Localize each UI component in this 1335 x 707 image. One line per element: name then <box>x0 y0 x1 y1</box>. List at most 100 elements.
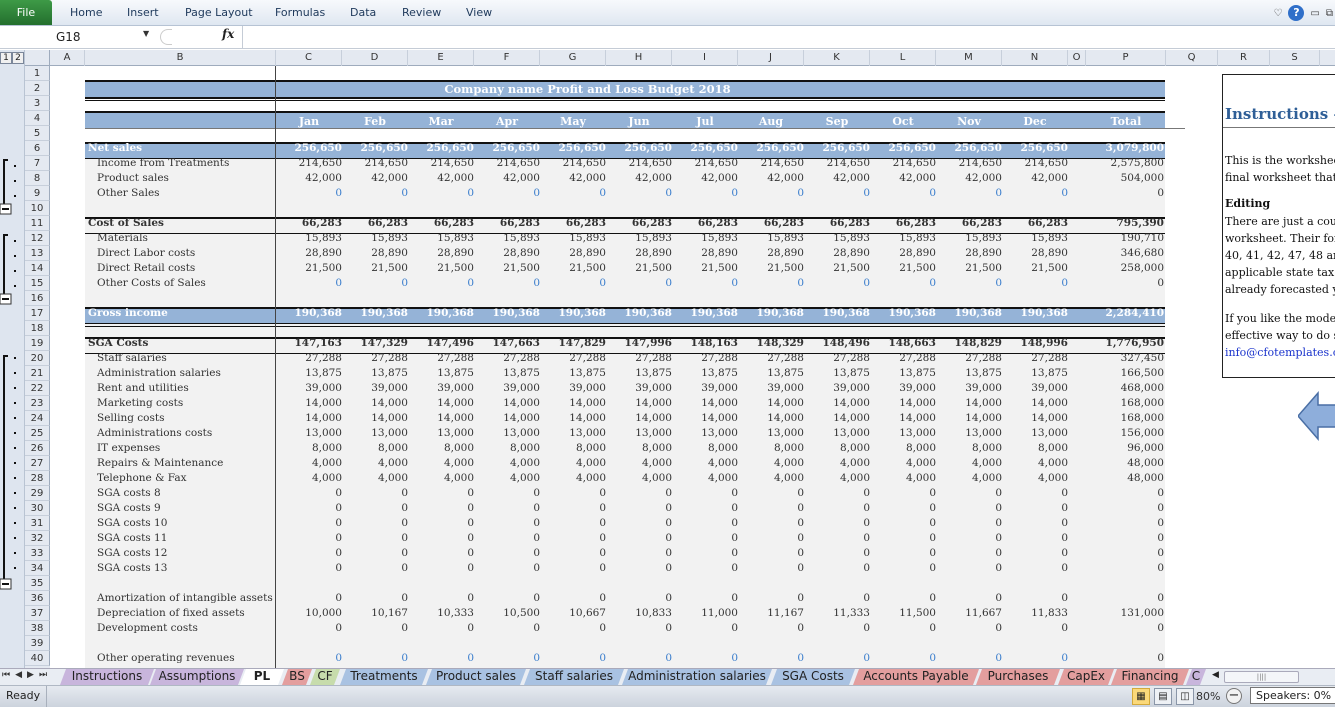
email-link[interactable]: info@cfotemplates.c <box>1225 346 1335 359</box>
cell-value[interactable]: 66,283 <box>408 216 474 231</box>
row-label[interactable]: Direct Labor costs <box>97 246 195 261</box>
cell-value[interactable]: 0 <box>408 501 474 516</box>
cell-total[interactable]: 3,079,800 <box>1084 141 1164 156</box>
select-all-corner[interactable] <box>25 50 50 66</box>
cell-value[interactable]: 21,500 <box>870 261 936 276</box>
cell-value[interactable]: 11,167 <box>738 606 804 621</box>
cell-value[interactable]: 0 <box>408 486 474 501</box>
cell-value[interactable]: 39,000 <box>276 381 342 396</box>
sheet-tab-sga-costs[interactable]: SGA Costs <box>771 669 855 685</box>
cell-value[interactable]: 14,000 <box>342 396 408 411</box>
cell-value[interactable]: 0 <box>672 546 738 561</box>
cell-value[interactable]: 0 <box>1002 591 1068 606</box>
cell-value[interactable]: 0 <box>606 501 672 516</box>
cell-value[interactable]: 256,650 <box>606 141 673 156</box>
row-label[interactable]: SGA costs 13 <box>97 561 167 576</box>
cell-value[interactable]: 256,650 <box>936 141 1003 156</box>
cell-value[interactable]: 66,283 <box>540 216 606 231</box>
cell-value[interactable]: 15,893 <box>870 231 936 246</box>
column-header-h[interactable]: H <box>606 50 672 66</box>
formula-input[interactable] <box>242 26 1335 48</box>
cell-value[interactable]: 13,000 <box>936 426 1002 441</box>
cell-value[interactable]: 0 <box>342 531 408 546</box>
cell-value[interactable]: 0 <box>672 561 738 576</box>
cell-value[interactable]: 0 <box>672 516 738 531</box>
cell-value[interactable]: 27,288 <box>606 351 672 366</box>
cell-value[interactable]: 0 <box>606 276 672 291</box>
cell-value[interactable]: 4,000 <box>408 471 474 486</box>
cell-value[interactable]: 66,283 <box>606 216 672 231</box>
cell-value[interactable]: 10,667 <box>540 606 606 621</box>
row-header[interactable]: 17 <box>25 306 50 321</box>
cell-value[interactable]: 13,875 <box>408 366 474 381</box>
cell-value[interactable]: 0 <box>936 531 1002 546</box>
formula-bar-splitter[interactable] <box>160 29 172 45</box>
cell-value[interactable]: 148,996 <box>1002 336 1069 351</box>
row-label[interactable]: SGA costs 11 <box>97 531 167 546</box>
normal-view-button[interactable]: ▦ <box>1132 688 1150 705</box>
cell-value[interactable]: 28,890 <box>870 246 936 261</box>
cell-value[interactable]: 0 <box>804 591 870 606</box>
column-header-c[interactable]: C <box>276 50 342 66</box>
cell-value[interactable]: 66,283 <box>738 216 804 231</box>
row-label[interactable]: Direct Retail costs <box>97 261 195 276</box>
cell-total[interactable]: 48,000 <box>1084 471 1164 486</box>
cell-value[interactable]: 15,893 <box>408 231 474 246</box>
cell-value[interactable]: 256,650 <box>408 141 475 156</box>
row-label[interactable]: SGA costs 12 <box>97 546 167 561</box>
cell-value[interactable]: 0 <box>1002 621 1068 636</box>
row-label[interactable]: SGA costs 10 <box>97 516 167 531</box>
cell-value[interactable]: 0 <box>672 501 738 516</box>
cell-value[interactable]: 11,667 <box>936 606 1002 621</box>
cell-value[interactable]: 8,000 <box>540 441 606 456</box>
row-header[interactable]: 25 <box>25 426 50 441</box>
row-header[interactable]: 5 <box>25 126 50 141</box>
cell-value[interactable]: 0 <box>870 276 936 291</box>
cell-value[interactable]: 0 <box>672 621 738 636</box>
cell-value[interactable]: 14,000 <box>672 411 738 426</box>
cell-value[interactable]: 0 <box>672 531 738 546</box>
cell-value[interactable]: 4,000 <box>474 456 540 471</box>
cell-value[interactable]: 13,000 <box>606 426 672 441</box>
cell-value[interactable]: 13,875 <box>936 366 1002 381</box>
cell-value[interactable]: 28,890 <box>540 246 606 261</box>
cell-value[interactable]: 0 <box>936 486 1002 501</box>
cell-value[interactable]: 190,368 <box>276 306 343 321</box>
cell-value[interactable]: 148,829 <box>936 336 1003 351</box>
cell-value[interactable]: 8,000 <box>606 441 672 456</box>
cell-value[interactable]: 42,000 <box>408 171 474 186</box>
cell-value[interactable]: 14,000 <box>474 396 540 411</box>
cell-value[interactable]: 15,893 <box>540 231 606 246</box>
cell-value[interactable]: 14,000 <box>606 396 672 411</box>
cell-value[interactable]: 190,368 <box>738 306 805 321</box>
tab-page-layout[interactable]: Page Layout <box>185 0 253 25</box>
cell-value[interactable]: 42,000 <box>870 171 936 186</box>
cell-value[interactable]: 42,000 <box>540 171 606 186</box>
column-header-r[interactable]: R <box>1218 50 1270 66</box>
cell-value[interactable]: 27,288 <box>276 351 342 366</box>
cell-value[interactable]: 8,000 <box>408 441 474 456</box>
cell-value[interactable]: 28,890 <box>804 246 870 261</box>
cell-value[interactable]: 39,000 <box>606 381 672 396</box>
cell-value[interactable]: 256,650 <box>804 141 871 156</box>
cell-value[interactable]: 27,288 <box>936 351 1002 366</box>
cell-value[interactable]: 10,333 <box>408 606 474 621</box>
cell-value[interactable]: 14,000 <box>342 411 408 426</box>
cell-value[interactable]: 0 <box>804 486 870 501</box>
cell-value[interactable]: 13,875 <box>606 366 672 381</box>
row-label[interactable]: Materials <box>97 231 148 246</box>
row-header[interactable]: 10 <box>25 201 50 216</box>
row-label[interactable]: Net sales <box>88 141 142 156</box>
row-label[interactable]: Other Costs of Sales <box>97 276 206 291</box>
cell-value[interactable]: 148,496 <box>804 336 871 351</box>
cell-value[interactable]: 0 <box>1002 546 1068 561</box>
cell-value[interactable]: 21,500 <box>606 261 672 276</box>
name-box-dropdown-icon[interactable]: ▼ <box>143 29 149 38</box>
row-header[interactable]: 24 <box>25 411 50 426</box>
cell-total[interactable]: 0 <box>1084 531 1164 546</box>
cell-value[interactable]: 0 <box>540 561 606 576</box>
cell-value[interactable]: 42,000 <box>474 171 540 186</box>
row-header[interactable]: 37 <box>25 606 50 621</box>
cell-value[interactable]: 14,000 <box>540 396 606 411</box>
cell-value[interactable]: 66,283 <box>276 216 342 231</box>
